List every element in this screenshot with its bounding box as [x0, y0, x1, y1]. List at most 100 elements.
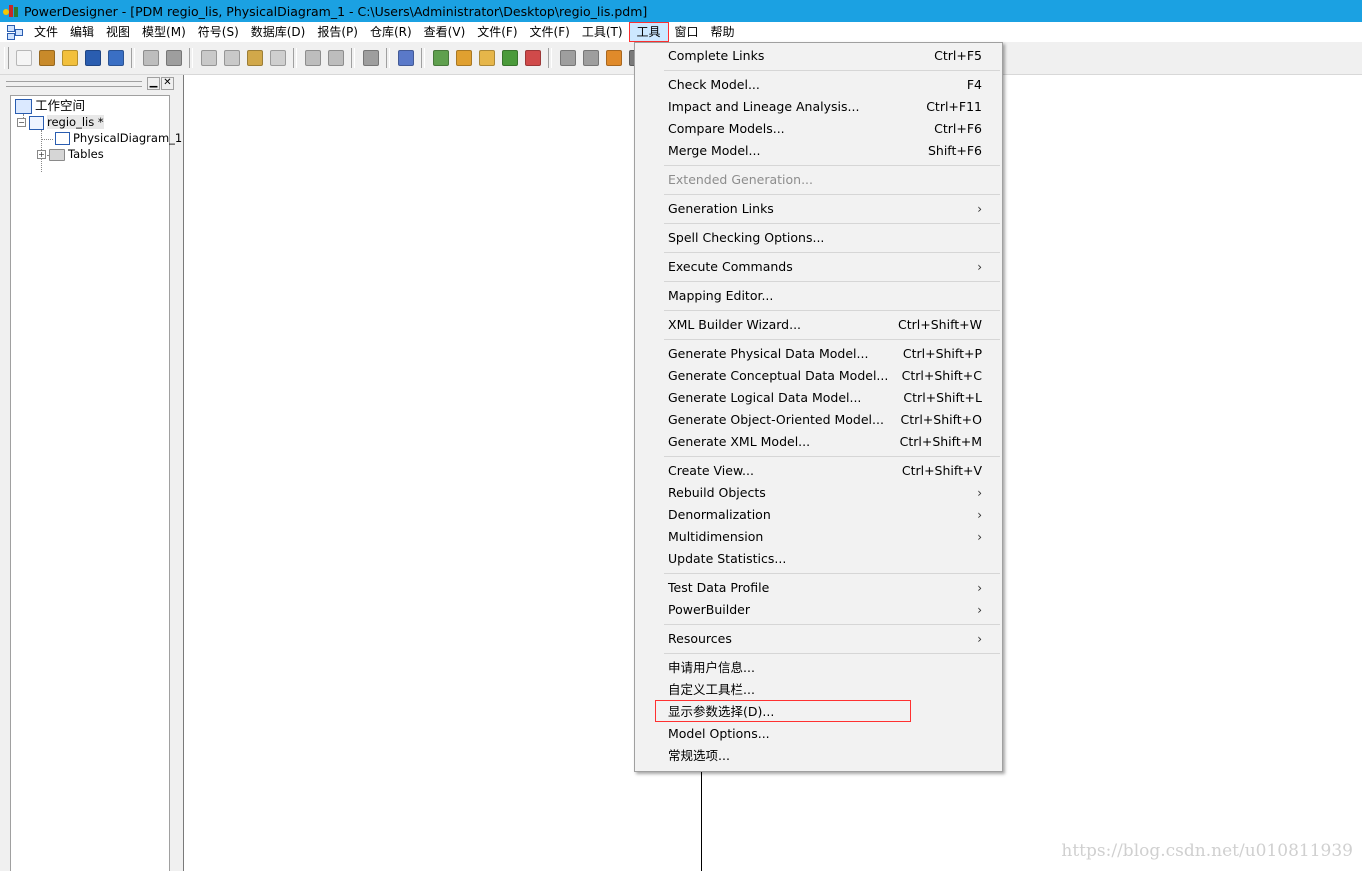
- menu-item-spell-checking-options[interactable]: Spell Checking Options...: [668, 227, 990, 249]
- redo-button[interactable]: [326, 48, 346, 68]
- powerdesigner-logo-icon: [2, 3, 22, 19]
- document-system-menu-icon[interactable]: [6, 24, 24, 40]
- menu-separator: [664, 456, 1000, 457]
- menu-item-multidimension[interactable]: Multidimension ›: [668, 526, 990, 548]
- menu-item[interactable]: 窗口: [669, 22, 705, 42]
- open-button[interactable]: [60, 48, 80, 68]
- result-button[interactable]: [477, 48, 497, 68]
- menu-item-generate-logical-data-model[interactable]: Generate Logical Data Model... Ctrl+Shift…: [668, 387, 990, 409]
- refresh-button[interactable]: [500, 48, 520, 68]
- menu-item-d[interactable]: 显示参数选择(D)...: [668, 701, 990, 723]
- menu-item-resources[interactable]: Resources ›: [668, 628, 990, 650]
- menu-separator: [664, 223, 1000, 224]
- menu-item-label: Impact and Lineage Analysis...: [668, 99, 860, 114]
- menu-item-shortcut: Ctrl+Shift+P: [902, 346, 982, 361]
- title-bar[interactable]: PowerDesigner - [PDM regio_lis, Physical…: [0, 0, 1362, 22]
- menu-item-check-model[interactable]: Check Model... F4: [668, 74, 990, 96]
- menu-item-shortcut: Shift+F6: [927, 143, 982, 158]
- menu-item-shortcut: Ctrl+Shift+O: [900, 412, 982, 427]
- menu-item-xml-builder-wizard[interactable]: XML Builder Wizard... Ctrl+Shift+W: [668, 314, 990, 336]
- undo-button[interactable]: [303, 48, 323, 68]
- menu-item-cn-40[interactable]: 常规选项...: [668, 745, 990, 767]
- menu-item-merge-model[interactable]: Merge Model... Shift+F6: [668, 140, 990, 162]
- toolbar-separator: [293, 48, 297, 68]
- menu-item[interactable]: 编辑: [64, 22, 100, 42]
- menu-item-label: 申请用户信息...: [668, 660, 755, 675]
- menu-item-cn-36[interactable]: 申请用户信息...: [668, 657, 990, 679]
- menu-item-rebuild-objects[interactable]: Rebuild Objects ›: [668, 482, 990, 504]
- menu-item-label: XML Builder Wizard...: [668, 317, 802, 332]
- tree-item-diagram[interactable]: PhysicalDiagram_1: [55, 130, 182, 146]
- expand-icon[interactable]: +: [37, 150, 46, 159]
- menu-item[interactable]: 查看(V): [418, 22, 472, 42]
- paste-button[interactable]: [245, 48, 265, 68]
- menu-item-powerbuilder[interactable]: PowerBuilder ›: [668, 599, 990, 621]
- panel-close-button[interactable]: ✕: [161, 77, 174, 90]
- menu-item[interactable]: 视图: [100, 22, 136, 42]
- format-button[interactable]: [581, 48, 601, 68]
- check-model-button[interactable]: [396, 48, 416, 68]
- menu-item-generation-links[interactable]: Generation Links ›: [668, 198, 990, 220]
- print-button[interactable]: [164, 48, 184, 68]
- new-project-button[interactable]: [37, 48, 57, 68]
- panel-grip[interactable]: [6, 81, 142, 87]
- menu-item[interactable]: 文件: [28, 22, 64, 42]
- menu-item-mapping-editor[interactable]: Mapping Editor...: [668, 285, 990, 307]
- menu-item-create-view[interactable]: Create View... Ctrl+Shift+V: [668, 460, 990, 482]
- menu-item-complete-links[interactable]: Complete Links Ctrl+F5: [668, 45, 990, 67]
- symbol-button[interactable]: [558, 48, 578, 68]
- menu-item-label: Check Model...: [668, 77, 760, 92]
- cut-button[interactable]: [199, 48, 219, 68]
- menu-separator: [664, 624, 1000, 625]
- browser-button[interactable]: [431, 48, 451, 68]
- new-model-icon: [15, 50, 32, 66]
- tree-item-workspace[interactable]: 工作空间: [15, 98, 85, 114]
- menu-item-test-data-profile[interactable]: Test Data Profile ›: [668, 577, 990, 599]
- toolbar-grip[interactable]: [4, 47, 9, 69]
- menu-item-shortcut: Ctrl+Shift+W: [898, 317, 982, 332]
- menu-item-label: 常规选项...: [668, 748, 730, 763]
- collapse-icon[interactable]: −: [17, 118, 26, 127]
- menu-item[interactable]: 报告(P): [311, 22, 364, 42]
- menu-item-model-options[interactable]: Model Options...: [668, 723, 990, 745]
- menu-item-update-statistics[interactable]: Update Statistics...: [668, 548, 990, 570]
- save-all-icon: [107, 50, 124, 66]
- output-button[interactable]: [454, 48, 474, 68]
- menu-item[interactable]: 符号(S): [192, 22, 245, 42]
- menu-item[interactable]: 数据库(D): [245, 22, 312, 42]
- menu-item-label: Test Data Profile: [668, 580, 770, 595]
- delete-button[interactable]: [268, 48, 288, 68]
- menu-item[interactable]: 工具: [628, 22, 669, 42]
- brush-button[interactable]: [604, 48, 624, 68]
- print-preview-button[interactable]: [141, 48, 161, 68]
- new-model-button[interactable]: [14, 48, 34, 68]
- properties-button[interactable]: [361, 48, 381, 68]
- menu-item[interactable]: 工具(T): [576, 22, 629, 42]
- menu-item-generate-conceptual-data-model[interactable]: Generate Conceptual Data Model... Ctrl+Sh…: [668, 365, 990, 387]
- menu-item-impact-and-lineage-analysis[interactable]: Impact and Lineage Analysis... Ctrl+F11: [668, 96, 990, 118]
- menu-item-cn-37[interactable]: 自定义工具栏...: [668, 679, 990, 701]
- menu-item[interactable]: 文件(F): [524, 22, 576, 42]
- menu-item-generate-object-oriented-model[interactable]: Generate Object-Oriented Model... Ctrl+Sh…: [668, 409, 990, 431]
- undo-icon: [304, 50, 321, 66]
- menu-item-compare-models[interactable]: Compare Models... Ctrl+F6: [668, 118, 990, 140]
- report-button[interactable]: [523, 48, 543, 68]
- tree-item-tables[interactable]: + Tables: [37, 146, 104, 162]
- menu-item[interactable]: 仓库(R): [364, 22, 418, 42]
- menu-item-generate-xml-model[interactable]: Generate XML Model... Ctrl+Shift+M: [668, 431, 990, 453]
- menu-item[interactable]: 帮助: [705, 22, 741, 42]
- menu-item-label: Mapping Editor...: [668, 288, 774, 303]
- tree-item-model[interactable]: − regio_lis *: [17, 114, 104, 130]
- menu-item-shortcut: Ctrl+Shift+V: [901, 463, 982, 478]
- menu-item-execute-commands[interactable]: Execute Commands ›: [668, 256, 990, 278]
- menu-item-label: PowerBuilder: [668, 602, 751, 617]
- save-button[interactable]: [83, 48, 103, 68]
- save-all-button[interactable]: [106, 48, 126, 68]
- symbol-icon: [559, 50, 576, 66]
- panel-minimize-button[interactable]: ▁: [147, 77, 160, 90]
- menu-item-generate-physical-data-model[interactable]: Generate Physical Data Model... Ctrl+Shif…: [668, 343, 990, 365]
- copy-button[interactable]: [222, 48, 242, 68]
- menu-item-denormalization[interactable]: Denormalization ›: [668, 504, 990, 526]
- menu-item[interactable]: 模型(M): [136, 22, 192, 42]
- menu-item[interactable]: 文件(F): [471, 22, 523, 42]
